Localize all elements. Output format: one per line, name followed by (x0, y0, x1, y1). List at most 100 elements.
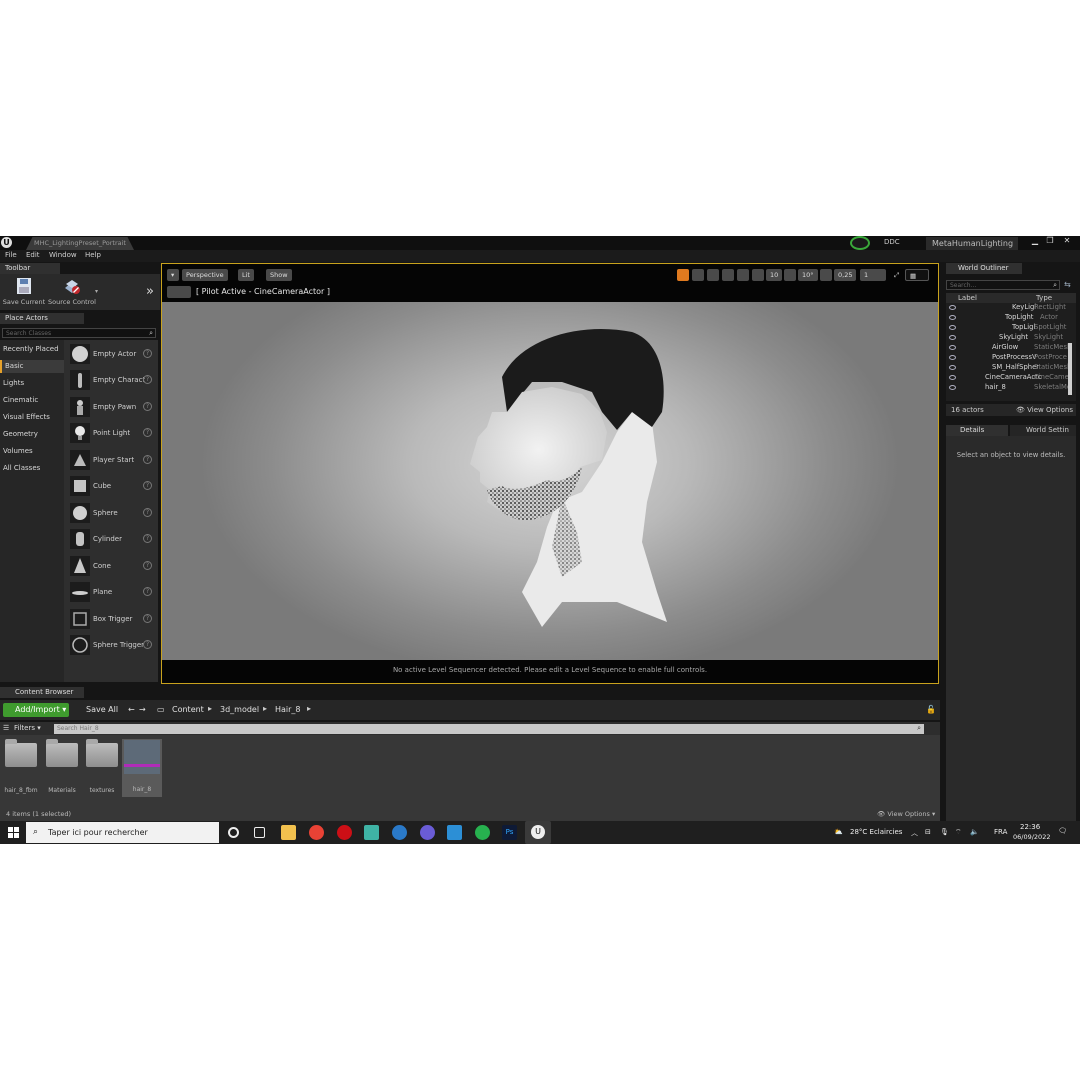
menu-help[interactable]: Help (85, 251, 101, 259)
content-view-options[interactable]: 👁 View Options ▾ (877, 810, 935, 818)
outliner-row[interactable]: KeyLigl RectLight (946, 303, 1068, 313)
scale-snap-value[interactable]: 0,25 (834, 269, 857, 281)
viewport-options-dropdown-icon[interactable]: ▾ (167, 269, 179, 281)
realtime-icon[interactable] (677, 269, 689, 281)
source-control-button[interactable]: Source Control (48, 276, 96, 306)
history-forward-icon[interactable]: → (139, 705, 146, 714)
outliner-row[interactable]: PostProcessV PostProce (946, 353, 1068, 363)
ddc-indicator[interactable]: DDC (884, 238, 900, 246)
category-recently-placed[interactable]: Recently Placed (3, 345, 59, 353)
cortana-icon[interactable] (228, 827, 239, 838)
column-type-header[interactable]: Type (1036, 294, 1052, 302)
help-icon[interactable]: ? (143, 402, 152, 411)
visibility-eye-icon[interactable] (949, 315, 956, 320)
weather-text[interactable]: 28°C Eclaircies (850, 828, 902, 836)
wifi-icon[interactable]: ⌔ (955, 828, 962, 837)
history-back-icon[interactable]: ← (128, 705, 135, 714)
help-icon[interactable]: ? (143, 561, 152, 570)
asset-folder[interactable]: textures (83, 739, 121, 794)
discord-icon[interactable] (420, 825, 435, 840)
help-icon[interactable]: ? (143, 428, 152, 437)
surface-snap-icon[interactable] (737, 269, 749, 281)
actor-point-light[interactable]: Point Light? (70, 423, 156, 445)
layout-grid-icon[interactable]: ▦ (905, 269, 929, 281)
help-icon[interactable]: ? (143, 587, 152, 596)
translate-icon[interactable] (692, 269, 704, 281)
taskbar-search-input[interactable]: ⌕ Taper ici pour rechercher (26, 822, 219, 843)
minimize-icon[interactable]: ▁ (1030, 236, 1040, 246)
category-geometry[interactable]: Geometry (3, 430, 38, 438)
visibility-eye-icon[interactable] (949, 345, 956, 350)
opera-icon[interactable] (337, 825, 352, 840)
microphone-icon[interactable]: 🎙 (940, 828, 949, 836)
rotation-snap-icon[interactable] (784, 269, 796, 281)
whatsapp-icon[interactable] (475, 825, 490, 840)
outliner-row[interactable]: CineCameraActc CineCame (946, 373, 1069, 383)
actor-empty-actor[interactable]: Empty Actor? (70, 344, 156, 366)
save-current-button[interactable]: Save Current (0, 276, 48, 306)
actor-cube[interactable]: Cube? (70, 476, 156, 498)
category-cinematic[interactable]: Cinematic (3, 396, 38, 404)
sources-toggle-icon[interactable]: ☰ (3, 724, 9, 732)
asset-skeletal-mesh[interactable]: hair_8 (122, 739, 162, 797)
outliner-view-options[interactable]: 👁 View Options (1016, 406, 1073, 414)
menu-edit[interactable]: Edit (26, 251, 40, 259)
help-icon[interactable]: ? (143, 455, 152, 464)
rotation-snap-value[interactable]: 10° (798, 269, 818, 281)
asset-folder[interactable]: hair_8_fbm (2, 739, 40, 794)
help-icon[interactable]: ? (143, 349, 152, 358)
breadcrumb-3d-model[interactable]: 3d_model (220, 705, 259, 714)
source-control-status-icon[interactable] (850, 236, 870, 250)
breadcrumb-arrow-icon[interactable]: ▸ (208, 704, 212, 713)
viewport-scene[interactable] (162, 302, 938, 660)
outliner-scrollbar[interactable] (1068, 343, 1072, 395)
toolbar-tab[interactable]: Toolbar (0, 263, 60, 274)
breadcrumb-arrow-icon[interactable]: ▸ (263, 704, 267, 713)
visibility-eye-icon[interactable] (949, 385, 956, 390)
category-visual-effects[interactable]: Visual Effects (3, 413, 50, 421)
volume-icon[interactable]: 🔈 (970, 828, 979, 836)
photoshop-icon[interactable]: Ps (502, 825, 517, 840)
actor-box-trigger[interactable]: Box Trigger? (70, 609, 156, 631)
scale-snap-icon[interactable] (820, 269, 832, 281)
world-outliner-search-input[interactable]: Search... ⌕ (946, 280, 1060, 290)
actor-plane[interactable]: Plane? (70, 582, 156, 604)
visibility-eye-icon[interactable] (949, 365, 956, 370)
photos-icon[interactable] (447, 825, 462, 840)
help-icon[interactable]: ? (143, 614, 152, 623)
save-all-button[interactable]: Save All (74, 705, 118, 714)
place-actors-search-input[interactable]: Search Classes ⌕ (2, 328, 156, 338)
breadcrumb-hair-8[interactable]: Hair_8 (275, 705, 301, 714)
menu-file[interactable]: File (5, 251, 17, 259)
outliner-row[interactable]: SkyLight SkyLight (946, 333, 1068, 343)
outliner-row[interactable]: AirGlow StaticMesl (946, 343, 1069, 353)
outliner-row[interactable]: TopLight Actor (946, 313, 1068, 323)
maximize-viewport-icon[interactable]: ⤢ (890, 269, 900, 281)
perspective-button[interactable]: Perspective (182, 269, 228, 281)
add-import-button[interactable]: Add/Import ▾ (3, 703, 69, 717)
grid-snap-value[interactable]: 10 (766, 269, 783, 281)
level-document-tab[interactable]: MHC_LightingPreset_Portrait (26, 237, 134, 250)
filters-dropdown[interactable]: Filters ▾ (14, 724, 41, 732)
notifications-icon[interactable]: 🗨 (1058, 827, 1067, 835)
unreal-logo-icon[interactable]: U (1, 237, 12, 248)
category-volumes[interactable]: Volumes (3, 447, 33, 455)
help-icon[interactable]: ? (143, 534, 152, 543)
world-local-icon[interactable] (722, 269, 734, 281)
weather-icon[interactable]: ⛅ (834, 828, 843, 836)
network-icon[interactable]: ⊟ (925, 828, 931, 836)
level-viewport[interactable]: ▾ Perspective Lit Show 10 10° 0,25 1 ⤢ ▦… (161, 263, 939, 684)
details-tab[interactable]: Details (946, 425, 1008, 436)
unreal-taskbar-button[interactable]: U (525, 821, 551, 844)
actor-cone[interactable]: Cone? (70, 556, 156, 578)
lock-icon[interactable]: 🔓 (926, 705, 936, 714)
rotate-icon[interactable] (707, 269, 719, 281)
actor-sphere[interactable]: Sphere? (70, 503, 156, 525)
app-c-icon[interactable] (392, 825, 407, 840)
place-actors-tab[interactable]: Place Actors (0, 313, 84, 324)
camera-speed-button[interactable]: 1 (860, 269, 886, 281)
category-basic[interactable]: Basic (0, 360, 64, 373)
grid-snap-icon[interactable] (752, 269, 764, 281)
outliner-row[interactable]: SM_HalfSpher StaticMesl (946, 363, 1069, 373)
actor-empty-character[interactable]: Empty Charact? (70, 370, 156, 392)
